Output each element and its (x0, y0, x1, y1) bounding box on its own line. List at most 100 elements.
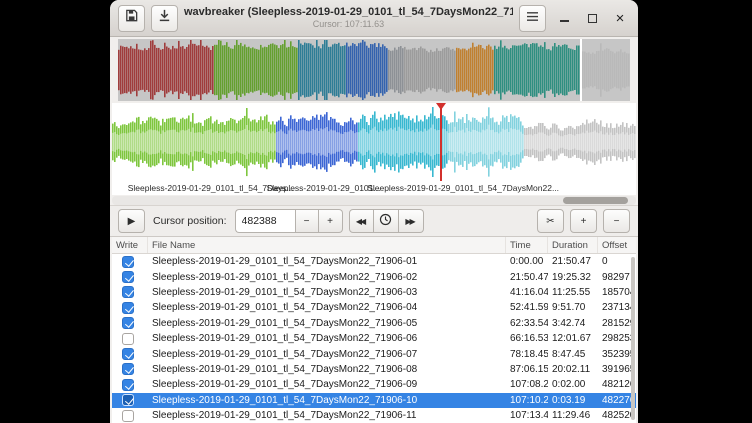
cursor-position-label: Cursor position: (153, 215, 227, 227)
minimize-icon (560, 20, 569, 22)
remove-break-button[interactable]: − (603, 209, 630, 233)
overview-waveform[interactable] (118, 39, 630, 101)
maximize-icon (588, 14, 597, 23)
titlebar-text: wavbreaker (Sleepless-2019-01-29_0101_tl… (184, 6, 513, 30)
close-button[interactable]: × (610, 8, 630, 28)
write-cell (112, 348, 148, 360)
menu-button[interactable] (519, 5, 546, 32)
hscrollbar-thumb[interactable] (563, 197, 629, 204)
minimize-button[interactable] (554, 8, 574, 28)
duration-cell: 9:51.70 (548, 302, 598, 313)
header-write[interactable]: Write (112, 237, 148, 253)
add-icon: + (581, 216, 587, 227)
write-checkbox[interactable] (122, 394, 134, 406)
time-cell: 107:13.45 (506, 410, 548, 421)
track-name-label: Sleepless-2019-01-29_0101... (267, 183, 381, 193)
write-checkbox[interactable] (122, 271, 134, 283)
duration-cell: 0:02.00 (548, 379, 598, 390)
window-controls: × (554, 8, 630, 28)
minus-icon: − (304, 216, 310, 227)
write-checkbox[interactable] (122, 379, 134, 391)
table-row[interactable]: Sleepless-2019-01-29_0101_tl_54_7DaysMon… (112, 254, 636, 269)
table-row[interactable]: Sleepless-2019-01-29_0101_tl_54_7DaysMon… (112, 377, 636, 392)
plus-icon: + (327, 216, 333, 227)
time-cell: 87:06.15 (506, 364, 548, 375)
write-checkbox[interactable] (122, 410, 134, 422)
vscrollbar-thumb[interactable] (631, 257, 635, 419)
table-row[interactable]: Sleepless-2019-01-29_0101_tl_54_7DaysMon… (112, 362, 636, 377)
table-row[interactable]: Sleepless-2019-01-29_0101_tl_54_7DaysMon… (112, 393, 636, 408)
track-name-labels: Sleepless-2019-01-29_0101_tl_54_7Days...… (112, 181, 636, 195)
seek-forward-button[interactable]: ▶▶ (399, 209, 424, 233)
spin-decrement-button[interactable]: − (295, 209, 319, 233)
table-row[interactable]: Sleepless-2019-01-29_0101_tl_54_7DaysMon… (112, 285, 636, 300)
auto-split-button[interactable]: ✂ (537, 209, 564, 233)
file-name-cell: Sleepless-2019-01-29_0101_tl_54_7DaysMon… (148, 287, 506, 298)
add-break-button[interactable]: + (570, 209, 597, 233)
file-name-cell: Sleepless-2019-01-29_0101_tl_54_7DaysMon… (148, 318, 506, 329)
write-cell (112, 256, 148, 268)
play-button[interactable]: ▶ (118, 209, 145, 233)
write-cell (112, 379, 148, 391)
write-checkbox[interactable] (122, 256, 134, 268)
write-checkbox[interactable] (122, 302, 134, 314)
cursor-marker-icon (436, 103, 446, 110)
seek-backward-button[interactable]: ◀◀ (349, 209, 374, 233)
duration-cell: 19:25.32 (548, 272, 598, 283)
save-disk-icon (124, 8, 139, 28)
waveform-hscrollbar[interactable] (112, 196, 636, 205)
table-row[interactable]: Sleepless-2019-01-29_0101_tl_54_7DaysMon… (112, 269, 636, 284)
play-icon: ▶ (128, 216, 136, 227)
write-checkbox[interactable] (122, 317, 134, 329)
toolbar: ▶ Cursor position: − + ◀◀ ▶▶ ✂ + − (110, 205, 638, 237)
track-table: Write File Name Time Duration Offset Sle… (112, 237, 636, 423)
write-checkbox[interactable] (122, 333, 134, 345)
headerbar: wavbreaker (Sleepless-2019-01-29_0101_tl… (110, 0, 638, 37)
write-parts-button[interactable] (118, 5, 145, 32)
duration-cell: 0:03.19 (548, 395, 598, 406)
open-file-button[interactable] (151, 5, 178, 32)
table-vscrollbar[interactable] (631, 254, 636, 423)
time-cell: 107:08.26 (506, 379, 548, 390)
file-name-cell: Sleepless-2019-01-29_0101_tl_54_7DaysMon… (148, 272, 506, 283)
track-name-label: Sleepless-2019-01-29_0101_tl_54_7DaysMon… (367, 183, 559, 193)
file-name-cell: Sleepless-2019-01-29_0101_tl_54_7DaysMon… (148, 349, 506, 360)
time-cell: 0:00.00 (506, 256, 548, 267)
zoom-wave-canvas (112, 103, 636, 181)
duration-cell: 21:50.47 (548, 256, 598, 267)
write-checkbox[interactable] (122, 348, 134, 360)
track-table-body: Sleepless-2019-01-29_0101_tl_54_7DaysMon… (112, 254, 636, 423)
time-cell: 66:16.53 (506, 333, 548, 344)
file-name-cell: Sleepless-2019-01-29_0101_tl_54_7DaysMon… (148, 364, 506, 375)
write-checkbox[interactable] (122, 363, 134, 375)
download-arrow-icon (157, 8, 172, 28)
table-row[interactable]: Sleepless-2019-01-29_0101_tl_54_7DaysMon… (112, 331, 636, 346)
maximize-button[interactable] (582, 8, 602, 28)
time-cell: 62:33.54 (506, 318, 548, 329)
cursor-position-input[interactable] (235, 209, 295, 233)
header-file-name[interactable]: File Name (148, 237, 506, 253)
table-row[interactable]: Sleepless-2019-01-29_0101_tl_54_7DaysMon… (112, 316, 636, 331)
file-name-cell: Sleepless-2019-01-29_0101_tl_54_7DaysMon… (148, 302, 506, 313)
table-row[interactable]: Sleepless-2019-01-29_0101_tl_54_7DaysMon… (112, 300, 636, 315)
write-cell (112, 394, 148, 406)
write-cell (112, 333, 148, 345)
write-cell (112, 410, 148, 422)
header-offset[interactable]: Offset (598, 237, 636, 253)
zoom-waveform[interactable]: Sleepless-2019-01-29_0101_tl_54_7Days...… (112, 103, 636, 195)
time-cell: 107:10.26 (506, 395, 548, 406)
wavbreaker-window: wavbreaker (Sleepless-2019-01-29_0101_tl… (110, 0, 638, 423)
write-checkbox[interactable] (122, 286, 134, 298)
table-row[interactable]: Sleepless-2019-01-29_0101_tl_54_7DaysMon… (112, 408, 636, 423)
duration-cell: 11:29.46 (548, 410, 598, 421)
header-duration[interactable]: Duration (548, 237, 598, 253)
duration-cell: 11:25.55 (548, 287, 598, 298)
spin-increment-button[interactable]: + (319, 209, 343, 233)
file-name-cell: Sleepless-2019-01-29_0101_tl_54_7DaysMon… (148, 410, 506, 421)
jump-to-time-button[interactable] (374, 209, 399, 233)
overview-wave-canvas (118, 39, 630, 101)
table-row[interactable]: Sleepless-2019-01-29_0101_tl_54_7DaysMon… (112, 346, 636, 361)
header-time[interactable]: Time (506, 237, 548, 253)
duration-cell: 8:47.45 (548, 349, 598, 360)
time-cell: 52:41.59 (506, 302, 548, 313)
